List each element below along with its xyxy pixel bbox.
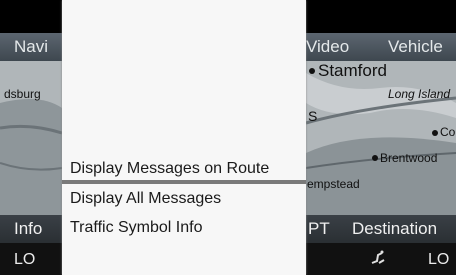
- menu-item-display-messages-on-route[interactable]: Display Messages on Route: [70, 160, 269, 178]
- map-label-brentwood: Brentwood: [380, 151, 438, 165]
- map-label-stamford: Stamford: [318, 61, 387, 80]
- selection-marker: [62, 180, 306, 184]
- info-button[interactable]: Info: [14, 219, 42, 239]
- map-label-empstead: empstead: [307, 177, 360, 191]
- destination-button[interactable]: Destination: [352, 219, 437, 239]
- menu-item-traffic-symbol-info[interactable]: Traffic Symbol Info: [70, 219, 203, 237]
- map-label-long-island: Long Island: [388, 87, 451, 101]
- map-label-co: Co: [440, 125, 456, 139]
- map-label-s: S: [308, 108, 318, 124]
- traffic-message-menu: Display Messages on Route Display All Me…: [62, 0, 306, 275]
- seat-fan-icon: [368, 249, 388, 274]
- temperature-left: LO: [14, 251, 36, 268]
- navi-tab[interactable]: Navi: [14, 37, 48, 57]
- vehicle-tab[interactable]: Vehicle: [388, 37, 443, 57]
- map-label-dsburg: dsburg: [4, 87, 41, 101]
- pt-button[interactable]: PT: [308, 219, 330, 239]
- menu-item-display-all-messages[interactable]: Display All Messages: [70, 190, 221, 208]
- video-tab[interactable]: Video: [306, 37, 349, 57]
- navigation-screen: dsburg Stamford Long Island S Co Brentwo…: [0, 0, 456, 275]
- temperature-right: LO: [428, 251, 450, 268]
